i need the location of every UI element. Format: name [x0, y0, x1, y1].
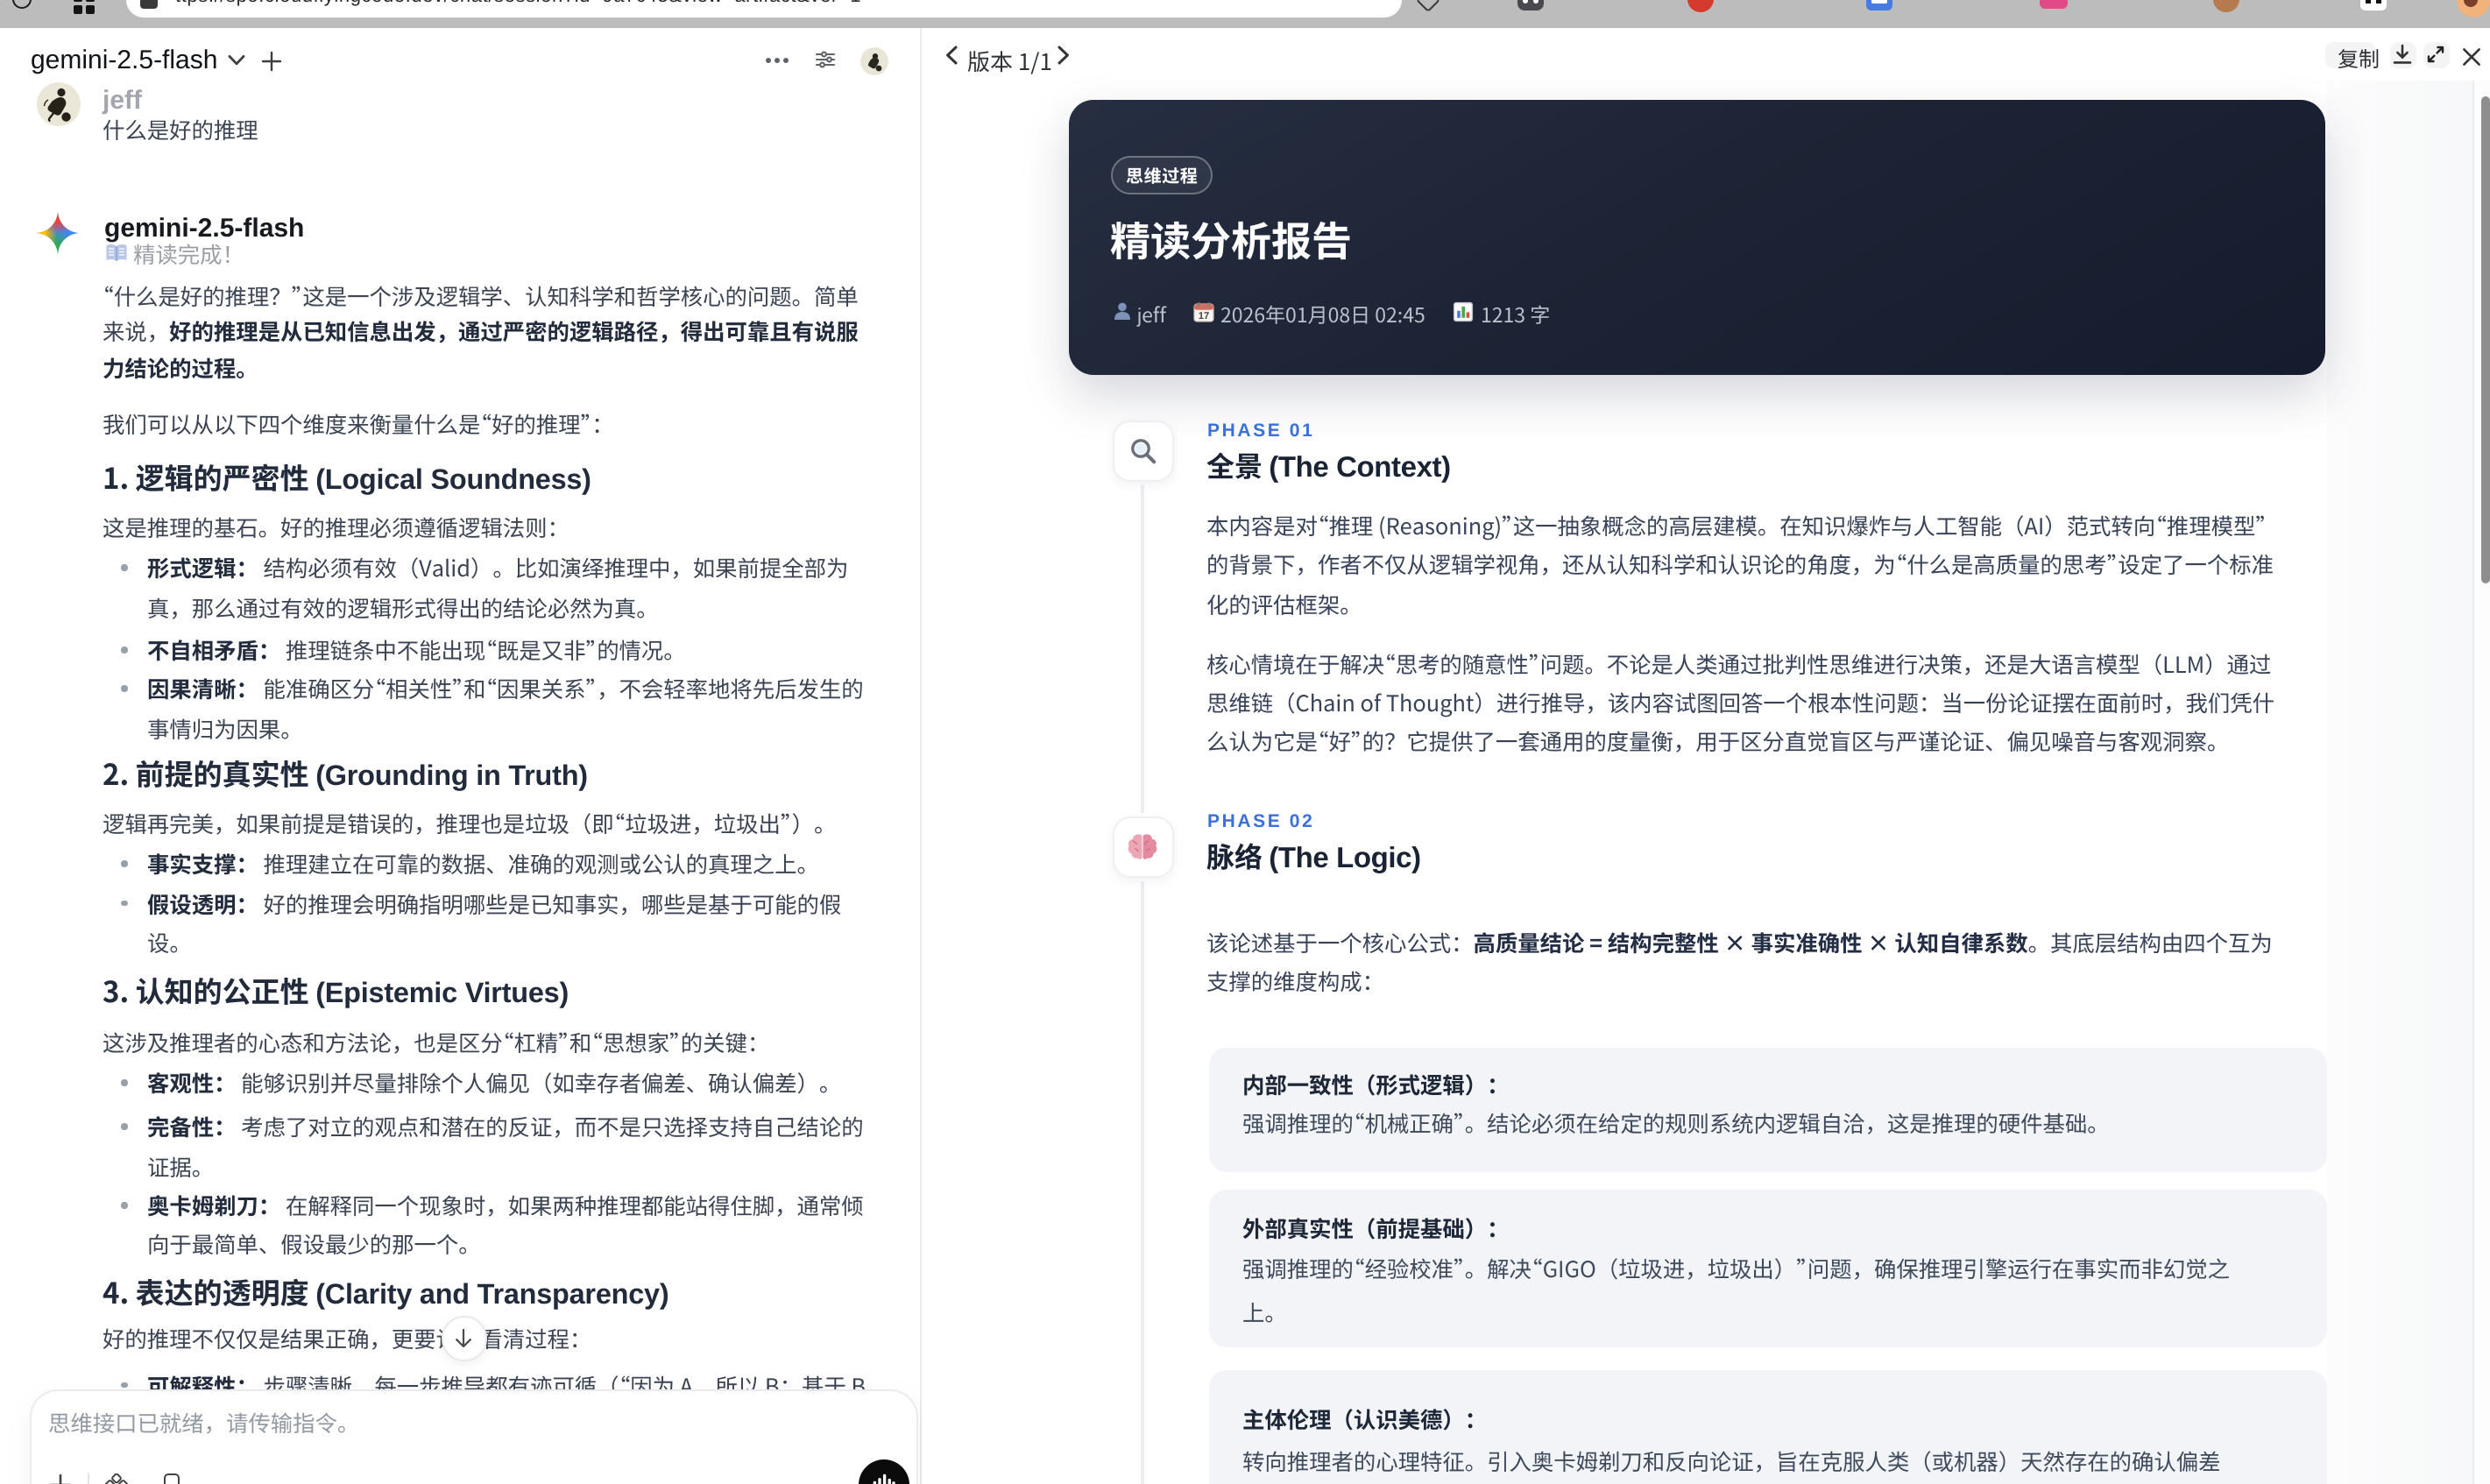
svg-text:17: 17 [1198, 311, 1208, 322]
